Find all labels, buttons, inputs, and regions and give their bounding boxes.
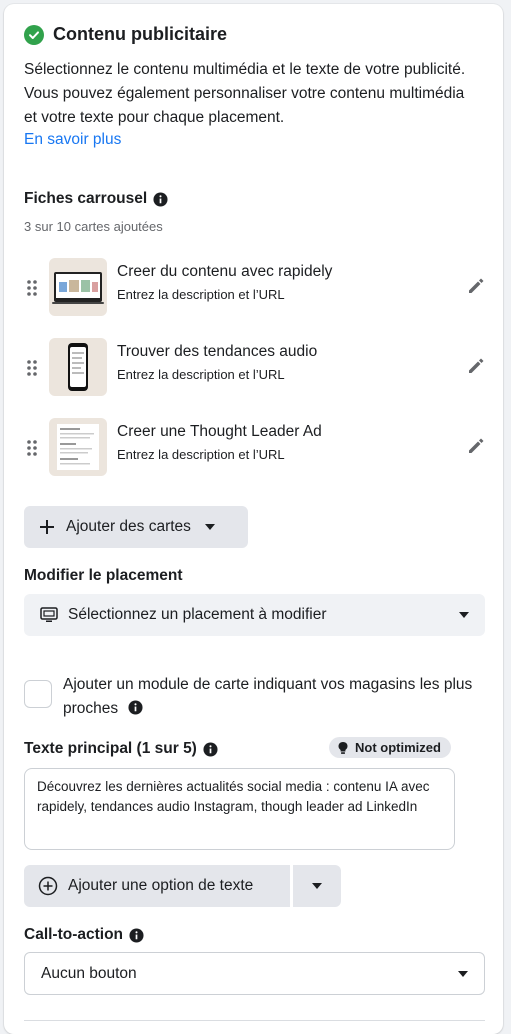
map-module-label-wrap: Ajouter un module de carte indiquant vos… (63, 673, 483, 721)
drag-handle-icon[interactable] (26, 439, 38, 457)
cta-select-value: Aucun bouton (41, 964, 137, 982)
carousel-count: 3 sur 10 cartes ajoutées (24, 219, 163, 234)
map-module-checkbox[interactable] (24, 680, 52, 708)
card-thumbnail (49, 418, 107, 476)
cta-title: Call-to-action (24, 926, 124, 943)
info-icon[interactable] (128, 700, 143, 715)
card-subtitle: Entrez la description et l’URL (117, 447, 285, 462)
card-subtitle: Entrez la description et l’URL (117, 287, 285, 302)
edit-pencil-icon[interactable] (466, 356, 486, 376)
optimization-badge: Not optimized (329, 737, 451, 758)
edit-pencil-icon[interactable] (466, 276, 486, 296)
lightbulb-icon (338, 741, 348, 754)
caret-down-icon (312, 883, 322, 889)
placement-select[interactable]: Sélectionnez un placement à modifier (24, 594, 485, 636)
carousel-card[interactable]: Creer du contenu avec rapidely Entrez la… (24, 258, 484, 318)
add-text-option-button[interactable]: Ajouter une option de texte (24, 865, 290, 907)
caret-down-icon (459, 612, 469, 618)
section-header: Contenu publicitaire (24, 24, 227, 45)
plus-icon (40, 520, 54, 534)
card-subtitle: Entrez la description et l’URL (117, 367, 285, 382)
edit-pencil-icon[interactable] (466, 436, 486, 456)
section-description: Sélectionnez le contenu multimédia et le… (24, 61, 466, 126)
primary-text-heading: Texte principal (1 sur 5) (24, 740, 218, 758)
ad-content-panel: Contenu publicitaire Sélectionnez le con… (4, 4, 503, 1034)
info-icon[interactable] (129, 927, 144, 943)
card-title: Creer du contenu avec rapidely (117, 263, 333, 280)
card-thumbnail (49, 338, 107, 396)
check-circle-icon (24, 24, 44, 45)
map-module-label: Ajouter un module de carte indiquant vos… (63, 676, 473, 717)
divider (24, 1020, 485, 1021)
carousel-title: Fiches carrousel (24, 190, 148, 207)
primary-text-input[interactable]: Découvrez les dernières actualités socia… (24, 768, 455, 850)
optimization-badge-label: Not optimized (355, 740, 441, 755)
add-text-option-label: Ajouter une option de texte (68, 877, 254, 894)
section-title: Contenu publicitaire (53, 24, 228, 44)
card-title: Trouver des tendances audio (117, 343, 318, 360)
caret-down-icon (204, 524, 215, 530)
info-icon[interactable] (203, 741, 218, 757)
plus-circle-icon (38, 876, 58, 896)
drag-handle-icon[interactable] (26, 279, 38, 297)
add-cards-button[interactable]: Ajouter des cartes (24, 506, 248, 548)
card-title: Creer une Thought Leader Ad (117, 423, 322, 440)
add-cards-label: Ajouter des cartes (66, 518, 191, 535)
cta-heading: Call-to-action (24, 926, 144, 944)
info-icon[interactable] (153, 191, 168, 207)
drag-handle-icon[interactable] (26, 359, 38, 377)
placement-title: Modifier le placement (24, 567, 183, 584)
carousel-card[interactable]: Trouver des tendances audio Entrez la de… (24, 338, 484, 398)
primary-text-title: Texte principal (1 sur 5) (24, 740, 197, 757)
card-thumbnail (49, 258, 107, 316)
learn-more-link[interactable]: En savoir plus (24, 131, 121, 149)
carousel-card[interactable]: Creer une Thought Leader Ad Entrez la de… (24, 418, 484, 478)
cta-select[interactable]: Aucun bouton (24, 952, 485, 995)
carousel-heading: Fiches carrousel (24, 190, 168, 208)
monitor-icon (40, 607, 58, 622)
placement-select-value: Sélectionnez un placement à modifier (68, 606, 327, 623)
caret-down-icon (458, 970, 468, 977)
add-text-option-dropdown-button[interactable] (293, 865, 341, 907)
